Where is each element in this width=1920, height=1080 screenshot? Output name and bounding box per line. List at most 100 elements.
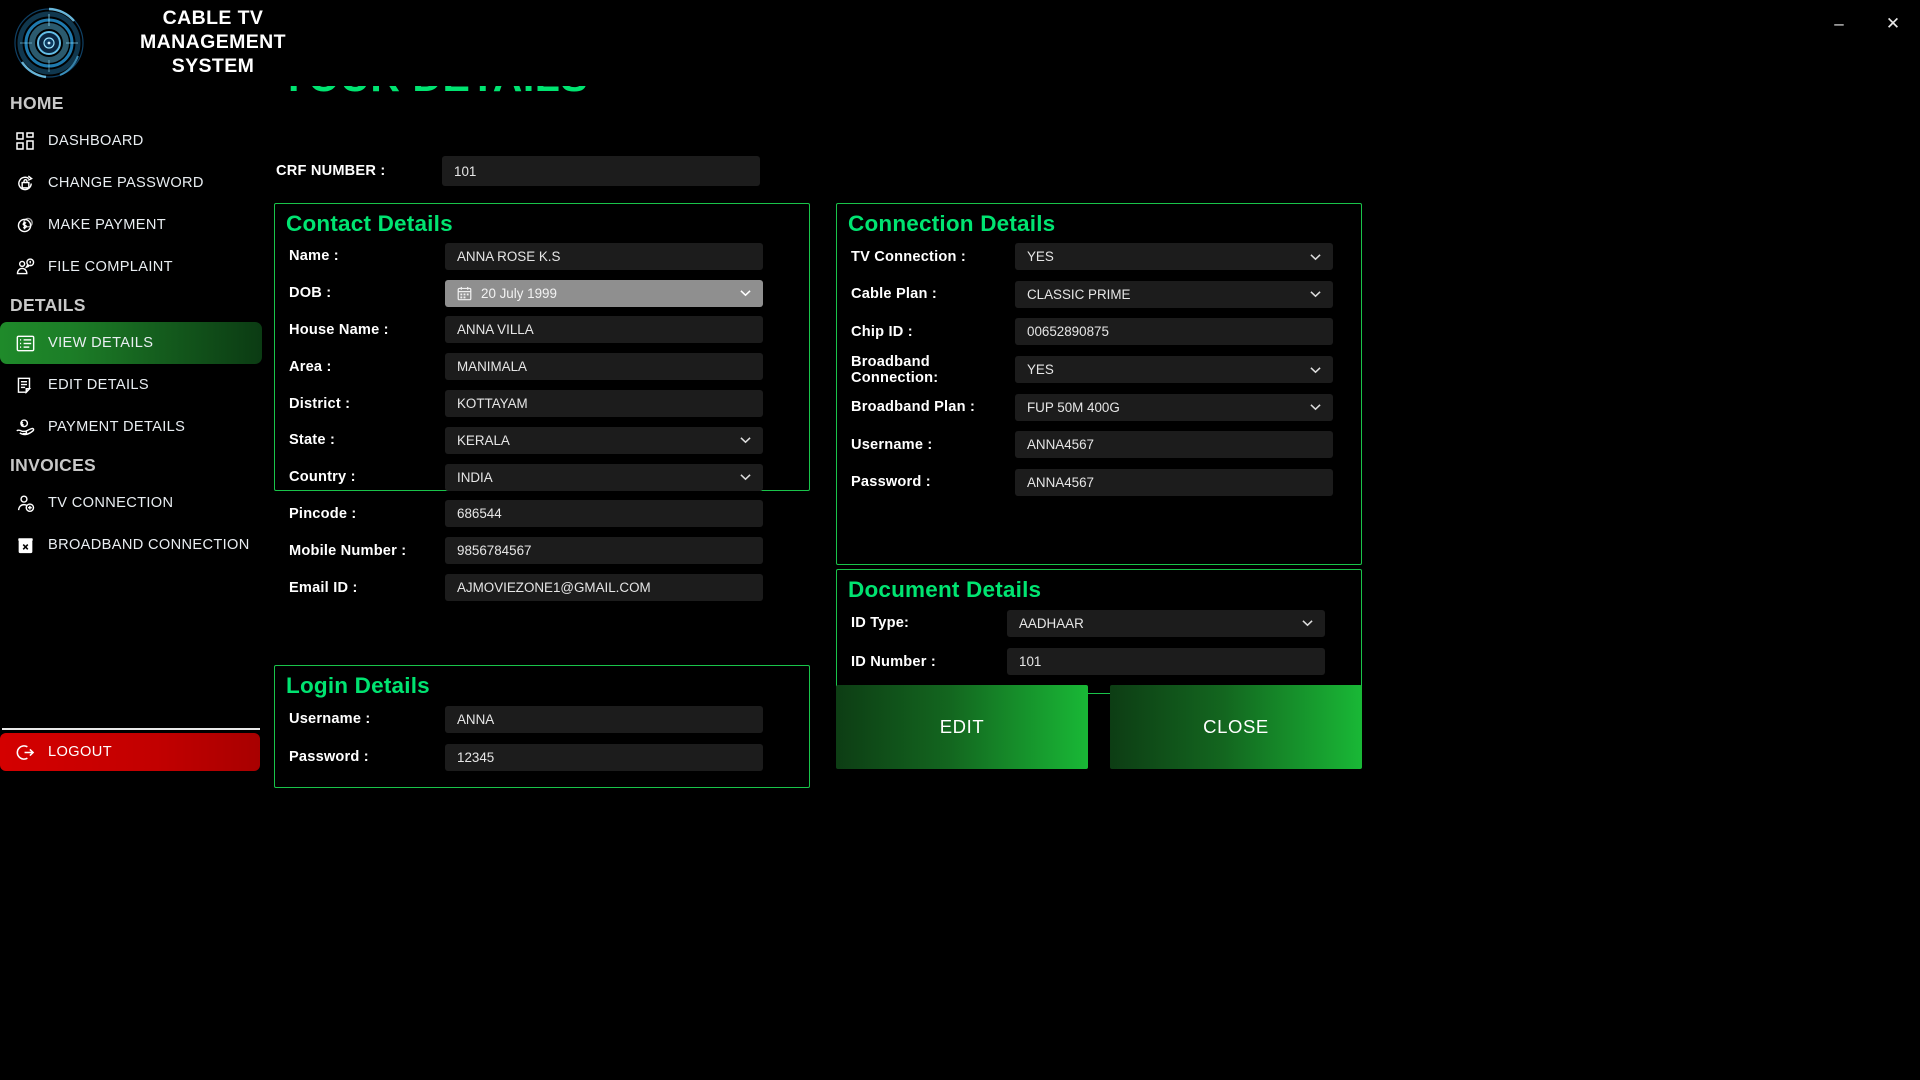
input-name[interactable]: ANNA ROSE K.S [445, 242, 763, 270]
calendar-icon [457, 286, 472, 301]
label-district: District : [289, 395, 351, 412]
input-district[interactable]: KOTTAYAM [445, 390, 763, 418]
sidebar-item-label: TV CONNECTION [48, 495, 174, 511]
label-email-id: Email ID : [289, 579, 358, 596]
label-tv-connection: TV Connection : [851, 248, 966, 265]
sidebar-item-make-payment[interactable]: MAKE PAYMENT [0, 204, 262, 246]
form-row: Username : ANNA [275, 700, 809, 738]
label-broadband-plan: Broadband Plan : [851, 399, 976, 416]
sidebar-heading-home: HOME [10, 92, 64, 113]
sidebar: HOME DASHBOARD CHANGE PASSWORD MAKE PAYMENT… [0, 86, 270, 1080]
password-refresh-icon [12, 172, 38, 194]
panel-login-title: Login Details [286, 673, 430, 698]
sidebar-item-edit-details[interactable]: EDIT DETAILS [0, 364, 262, 406]
form-row: DOB : 20 July 1999 [275, 275, 809, 312]
sidebar-heading-invoices: INVOICES [10, 454, 97, 475]
edit-document-icon [12, 374, 38, 396]
brand-area: CABLE TV MANAGEMENT SYSTEM [10, 4, 328, 82]
input-pincode[interactable]: 686544 [445, 500, 763, 528]
select-value: INDIA [457, 469, 493, 485]
app-title: CABLE TV MANAGEMENT SYSTEM [140, 7, 286, 77]
main-content: YOUR DETAILS CRF NUMBER : 101 Contact De… [270, 36, 1920, 1080]
chevron-down-icon [1310, 364, 1321, 376]
sidebar-item-label: EDIT DETAILS [48, 377, 149, 393]
logout-button[interactable]: LOGOUT [0, 733, 260, 771]
panel-contact-title: Contact Details [286, 211, 453, 236]
input-house-name[interactable]: ANNA VILLA [445, 316, 763, 344]
input-area[interactable]: MANIMALA [445, 353, 763, 381]
edit-button[interactable]: EDIT [836, 685, 1088, 769]
input-username[interactable]: ANNA4567 [1015, 431, 1333, 459]
form-row: Cable Plan : CLASSIC PRIME [837, 276, 1361, 314]
dashboard-grid-icon [12, 130, 38, 152]
input-mobile-number[interactable]: 9856784567 [445, 537, 763, 565]
close-button[interactable]: CLOSE [1110, 685, 1362, 769]
sidebar-item-label: DASHBOARD [48, 133, 144, 149]
panel-login-details: Login Details Username : ANNA Password : 12… [274, 665, 810, 788]
select-broadband-plan[interactable]: FUP 50M 400G [1015, 393, 1333, 421]
minimize-button[interactable]: – [1812, 0, 1866, 46]
select-value: CLASSIC PRIME [1027, 286, 1131, 302]
form-row: House Name : ANNA VILLA [275, 312, 809, 349]
form-row: District : KOTTAYAM [275, 385, 809, 422]
app-logo-icon [10, 4, 88, 82]
label-password: Password : [851, 474, 931, 491]
crf-number-input[interactable]: 101 [442, 156, 760, 186]
form-row: Broadband Plan : FUP 50M 400G [837, 388, 1361, 426]
sidebar-heading-details: DETAILS [10, 294, 86, 315]
chevron-down-icon [740, 434, 751, 446]
panel-connection-title: Connection Details [848, 211, 1056, 236]
application-window: CABLE TV MANAGEMENT SYSTEM – ✕ HOME DASHB… [0, 0, 1920, 1080]
form-row: State : KERALA [275, 422, 809, 459]
panel-document-details: Document Details ID Type: AADHAAR ID Numbe… [836, 569, 1362, 694]
select-value: AADHAAR [1019, 615, 1084, 631]
select-id-type[interactable]: AADHAAR [1007, 609, 1325, 637]
label-broadband-connection: Broadband Connection: [851, 353, 939, 386]
sidebar-item-payment-details[interactable]: PAYMENT DETAILS [0, 406, 262, 448]
form-row: TV Connection : YES [837, 238, 1361, 276]
sidebar-item-label: MAKE PAYMENT [48, 217, 166, 233]
form-row: Area : MANIMALA [275, 348, 809, 385]
input-password[interactable]: ANNA4567 [1015, 468, 1333, 496]
select-value: FUP 50M 400G [1027, 399, 1120, 415]
select-broadband-connection[interactable]: YES [1015, 356, 1333, 384]
label-pincode: Pincode : [289, 505, 357, 522]
sidebar-item-change-password[interactable]: CHANGE PASSWORD [0, 162, 262, 204]
sidebar-item-view-details[interactable]: VIEW DETAILS [0, 322, 262, 364]
form-row: Name : ANNA ROSE K.S [275, 238, 809, 275]
select-state[interactable]: KERALA [445, 426, 763, 454]
input-username[interactable]: ANNA [445, 705, 763, 733]
logout-label: LOGOUT [48, 744, 113, 760]
form-row: Password : 12345 [275, 738, 809, 776]
close-window-button[interactable]: ✕ [1866, 0, 1920, 46]
input-id-number[interactable]: 101 [1007, 648, 1325, 676]
datepicker-dob[interactable]: 20 July 1999 [445, 279, 763, 307]
crf-number-label: CRF NUMBER : [276, 163, 386, 179]
panel-connection-details: Connection Details TV Connection : YES Cab… [836, 203, 1362, 565]
input-email-id[interactable]: AJMOVIEZONE1@GMAIL.COM [445, 574, 763, 602]
label-cable-plan: Cable Plan : [851, 286, 937, 303]
chevron-down-icon [1310, 401, 1321, 413]
chevron-down-icon [740, 471, 751, 483]
select-cable-plan[interactable]: CLASSIC PRIME [1015, 280, 1333, 308]
input-password[interactable]: 12345 [445, 743, 763, 771]
label-password: Password : [289, 749, 369, 765]
sidebar-divider [2, 728, 260, 730]
sidebar-item-file-complaint[interactable]: FILE COMPLAINT [0, 246, 262, 288]
sidebar-nav: HOME DASHBOARD CHANGE PASSWORD MAKE PAYMENT… [0, 86, 270, 566]
select-tv-connection[interactable]: YES [1015, 243, 1333, 271]
sidebar-item-label: BROADBAND CONNECTION [48, 537, 250, 553]
sidebar-item-tv-connection[interactable]: TV CONNECTION [0, 482, 262, 524]
select-value: KERALA [457, 432, 510, 448]
sidebar-item-broadband-connection[interactable]: BROADBAND CONNECTION [0, 524, 262, 566]
sidebar-item-dashboard[interactable]: DASHBOARD [0, 120, 262, 162]
select-country[interactable]: INDIA [445, 463, 763, 491]
label-country: Country : [289, 469, 356, 486]
sidebar-item-label: PAYMENT DETAILS [48, 419, 186, 435]
input-chip-id[interactable]: 00652890875 [1015, 318, 1333, 346]
label-username: Username : [851, 436, 933, 453]
label-state: State : [289, 432, 336, 449]
logout-arrow-icon [12, 741, 38, 763]
form-row: Password : ANNA4567 [837, 464, 1361, 502]
select-value: YES [1027, 362, 1054, 378]
